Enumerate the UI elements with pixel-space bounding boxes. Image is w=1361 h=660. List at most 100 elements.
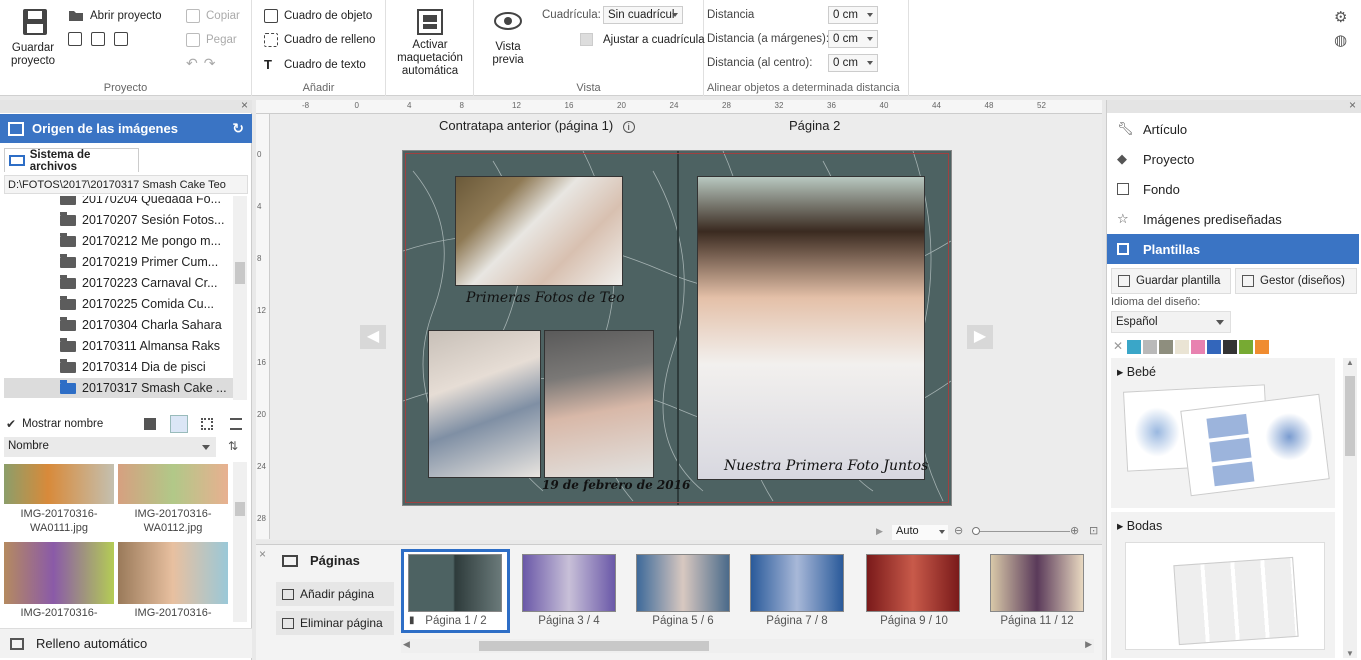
save-project-button[interactable]: Guardar proyecto bbox=[8, 8, 62, 68]
caption-nuestra-primera-foto[interactable]: Nuestra Primera Foto Juntos bbox=[724, 458, 928, 474]
folder-tree-item[interactable]: 20170204 Quedada Fo... bbox=[60, 196, 221, 209]
fit-icon[interactable]: ⊡ bbox=[1089, 524, 1098, 537]
distance-center-input[interactable]: 0 cm bbox=[828, 54, 878, 72]
text-box-button[interactable]: T Cuadro de texto bbox=[264, 57, 366, 72]
scroll-thumb[interactable] bbox=[479, 641, 709, 651]
autofill-button[interactable]: Relleno automático bbox=[0, 628, 252, 658]
close-icon[interactable]: × bbox=[241, 98, 248, 112]
no-color-icon[interactable]: ✕ bbox=[1111, 340, 1125, 354]
view-large-icon[interactable] bbox=[144, 418, 156, 430]
folder-tree-item[interactable]: 20170207 Sesión Fotos... bbox=[60, 210, 224, 230]
color-swatch[interactable] bbox=[1239, 340, 1253, 354]
color-swatch[interactable] bbox=[1255, 340, 1269, 354]
image-thumb[interactable] bbox=[118, 542, 228, 604]
page-thumb[interactable] bbox=[522, 554, 616, 612]
page-thumb[interactable] bbox=[990, 554, 1084, 612]
caption-date[interactable]: 19 de febrero de 2016 bbox=[542, 478, 690, 492]
view-medium-icon[interactable] bbox=[170, 415, 188, 433]
pages-scrollbar[interactable]: ◀ ▶ bbox=[401, 639, 1094, 653]
page-thumb[interactable] bbox=[408, 554, 502, 612]
view-small-icon[interactable] bbox=[201, 418, 213, 430]
sidebar-item-articulo[interactable]: 🔧︎ Artículo bbox=[1117, 115, 1187, 143]
sort-select[interactable]: Nombre bbox=[4, 437, 216, 457]
save-template-button[interactable]: Guardar plantilla bbox=[1111, 268, 1231, 294]
color-swatch[interactable] bbox=[1143, 340, 1157, 354]
new-page-icon[interactable] bbox=[68, 32, 82, 46]
caption-primeras-fotos[interactable]: Primeras Fotos de Teo bbox=[466, 290, 625, 306]
color-swatch[interactable] bbox=[1159, 340, 1173, 354]
chevron-up-icon[interactable]: ▲ bbox=[1346, 358, 1354, 367]
object-box-button[interactable]: Cuadro de objeto bbox=[264, 9, 372, 23]
info-icon[interactable]: i bbox=[622, 121, 635, 133]
zoom-out-icon[interactable]: ⊖ bbox=[954, 524, 963, 537]
paste-button[interactable]: Pegar bbox=[186, 33, 237, 47]
design-manager-button[interactable]: Gestor (diseños) bbox=[1235, 268, 1357, 294]
open-project-button[interactable]: Abrir proyecto bbox=[68, 9, 162, 22]
photo-frame[interactable] bbox=[455, 176, 623, 286]
refresh-icon[interactable]: ↻ bbox=[232, 120, 244, 137]
zoom-slider[interactable] bbox=[972, 527, 1070, 535]
zoom-select[interactable]: Auto bbox=[892, 525, 948, 540]
image-thumb[interactable] bbox=[118, 464, 228, 504]
play-icon[interactable]: ▶ bbox=[876, 526, 883, 537]
close-icon[interactable]: × bbox=[1349, 98, 1356, 112]
photo-frame[interactable] bbox=[428, 330, 541, 478]
image-thumb[interactable] bbox=[4, 464, 114, 504]
sidebar-item-proyecto[interactable]: ◆ Proyecto bbox=[1117, 145, 1194, 173]
page-thumb[interactable] bbox=[866, 554, 960, 612]
folder-tree-item[interactable]: 20170223 Carnaval Cr... bbox=[60, 273, 218, 293]
color-swatch[interactable] bbox=[1207, 340, 1221, 354]
distance-margins-input[interactable]: 0 cm bbox=[828, 30, 878, 48]
folder-tree-item[interactable]: 20170317 Smash Cake ... bbox=[4, 378, 234, 398]
sort-order-icon[interactable]: ⇅ bbox=[228, 439, 238, 453]
copy-button[interactable]: Copiar bbox=[186, 9, 240, 23]
photo-frame[interactable] bbox=[697, 176, 925, 480]
snap-grid-checkbox[interactable]: Ajustar a cuadrícula bbox=[580, 33, 705, 46]
folder-tree-item[interactable]: 20170225 Comida Cu... bbox=[60, 294, 214, 314]
tab-file-system[interactable]: Sistema de archivos bbox=[4, 148, 139, 173]
scroll-thumb[interactable] bbox=[235, 502, 245, 516]
gear-icon[interactable]: ⚙ bbox=[1334, 8, 1347, 26]
chevron-down-icon[interactable]: ▼ bbox=[1346, 649, 1354, 658]
zoom-slider-handle[interactable] bbox=[972, 527, 980, 535]
chevron-left-icon[interactable]: ◀ bbox=[403, 639, 410, 650]
add-page-button[interactable]: Añadir página bbox=[276, 582, 394, 606]
chevron-right-icon[interactable]: ▶ bbox=[1085, 639, 1092, 650]
template-category-bebe[interactable]: ▸ Bebé bbox=[1111, 358, 1335, 508]
undo-icon[interactable]: ↶ bbox=[186, 55, 198, 72]
folder-tree-item[interactable]: 20170314 Dia de pisci bbox=[60, 357, 206, 377]
scroll-thumb[interactable] bbox=[235, 262, 245, 284]
sidebar-item-clipart[interactable]: ☆ Imágenes prediseñadas bbox=[1117, 205, 1282, 233]
folder-tree-item[interactable]: 20170311 Almansa Raks bbox=[60, 336, 220, 356]
image-thumb[interactable] bbox=[4, 542, 114, 604]
sidebar-item-plantillas[interactable]: Plantillas bbox=[1107, 234, 1359, 264]
fill-box-button[interactable]: Cuadro de relleno bbox=[264, 33, 375, 47]
template-category-bodas[interactable]: ▸ Bodas bbox=[1111, 512, 1335, 658]
color-swatch[interactable] bbox=[1223, 340, 1237, 354]
grid-select[interactable]: Sin cuadrícul bbox=[603, 6, 683, 24]
folder-tree-item[interactable]: 20170212 Me pongo m... bbox=[60, 231, 221, 251]
prev-page-arrow-icon[interactable]: ◀ bbox=[360, 325, 386, 349]
thumbs-scrollbar[interactable] bbox=[233, 462, 247, 622]
view-list-icon[interactable] bbox=[230, 418, 242, 430]
folder-tree-item[interactable]: 20170304 Charla Sahara bbox=[60, 315, 222, 335]
templates-scrollbar[interactable]: ▲ ▼ bbox=[1343, 358, 1357, 658]
sidebar-item-fondo[interactable]: Fondo bbox=[1117, 175, 1180, 203]
share-icon[interactable] bbox=[114, 32, 128, 46]
remove-page-button[interactable]: Eliminar página bbox=[276, 611, 394, 635]
scroll-thumb[interactable] bbox=[1345, 376, 1355, 456]
page-thumb[interactable] bbox=[636, 554, 730, 612]
photo-frame[interactable] bbox=[544, 330, 654, 478]
distance-input[interactable]: 0 cm bbox=[828, 6, 878, 24]
color-swatch[interactable] bbox=[1127, 340, 1141, 354]
zoom-in-icon[interactable]: ⊕ bbox=[1070, 524, 1079, 537]
close-icon[interactable]: × bbox=[259, 547, 266, 561]
color-swatch[interactable] bbox=[1191, 340, 1205, 354]
redo-icon[interactable]: ↷ bbox=[204, 55, 216, 72]
folder-tree-item[interactable]: 20170219 Primer Cum... bbox=[60, 252, 218, 272]
color-swatch[interactable] bbox=[1175, 340, 1189, 354]
auto-layout-button[interactable]: Activar maquetación automática bbox=[392, 9, 468, 78]
tree-scrollbar[interactable] bbox=[233, 196, 247, 400]
export-icon[interactable] bbox=[91, 32, 105, 46]
design-language-select[interactable]: Español bbox=[1111, 311, 1231, 333]
